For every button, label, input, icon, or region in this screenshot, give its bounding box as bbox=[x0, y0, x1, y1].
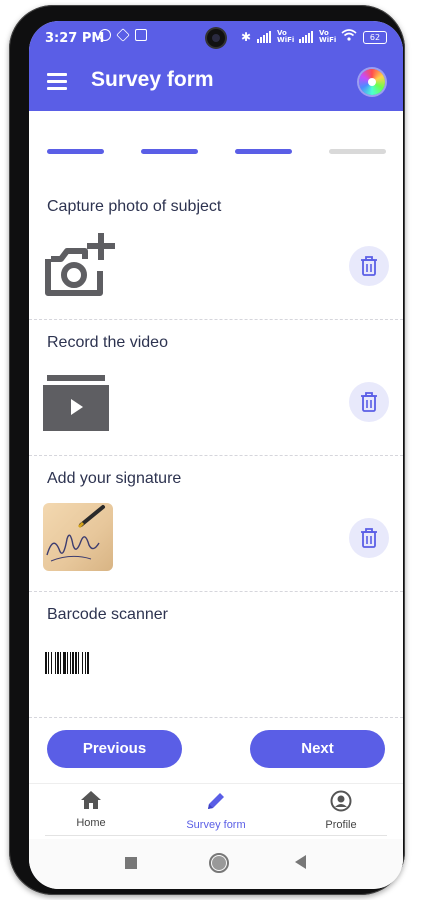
vowifi-label-2: Vo WiFi bbox=[319, 29, 337, 44]
whatsapp-icon bbox=[99, 29, 111, 41]
recents-button[interactable] bbox=[125, 857, 137, 869]
progress-step-2 bbox=[141, 149, 198, 154]
trash-icon bbox=[361, 256, 377, 276]
signature-image[interactable] bbox=[43, 503, 113, 571]
bottom-navigation: Home Survey form Profile bbox=[29, 783, 403, 840]
drive-icon bbox=[116, 28, 130, 42]
step-progress bbox=[47, 149, 387, 155]
section-title-signature: Add your signature bbox=[47, 470, 182, 487]
nav-divider bbox=[45, 835, 387, 836]
pencil-icon bbox=[208, 793, 224, 809]
tab-home[interactable]: Home bbox=[41, 790, 141, 829]
trash-icon bbox=[361, 528, 377, 548]
signal-icon bbox=[257, 31, 271, 43]
tab-profile[interactable]: Profile bbox=[291, 790, 391, 831]
progress-step-3 bbox=[235, 149, 292, 154]
add-photo-camera-icon[interactable] bbox=[45, 232, 115, 303]
back-button[interactable] bbox=[295, 855, 306, 869]
wifi-icon bbox=[341, 29, 357, 45]
signal-icon-2 bbox=[299, 31, 313, 43]
delete-video-button[interactable] bbox=[349, 382, 389, 422]
battery-indicator: 62 bbox=[363, 30, 387, 44]
section-title-barcode: Barcode scanner bbox=[47, 606, 168, 623]
bluetooth-icon: ✱ bbox=[240, 30, 251, 44]
tab-label-home: Home bbox=[76, 817, 106, 829]
home-system-button[interactable] bbox=[209, 853, 229, 873]
divider bbox=[29, 455, 403, 456]
divider bbox=[29, 319, 403, 320]
vowifi-label: Vo WiFi bbox=[277, 29, 295, 44]
section-title-video: Record the video bbox=[47, 334, 168, 351]
trash-icon bbox=[361, 392, 377, 412]
video-folder-icon[interactable] bbox=[43, 375, 109, 435]
tab-label-profile: Profile bbox=[325, 819, 357, 831]
tab-label-survey-form: Survey form bbox=[186, 819, 246, 831]
delete-photo-button[interactable] bbox=[349, 246, 389, 286]
hamburger-menu-icon[interactable] bbox=[47, 73, 67, 90]
phone-frame: 3:27 PM ✱ Vo WiFi Vo WiFi 62 Survey form… bbox=[9, 5, 405, 895]
color-wheel-icon[interactable] bbox=[359, 69, 385, 95]
screen: 3:27 PM ✱ Vo WiFi Vo WiFi 62 Survey form… bbox=[29, 21, 403, 889]
delete-signature-button[interactable] bbox=[349, 518, 389, 558]
section-title-photo: Capture photo of subject bbox=[47, 198, 222, 215]
status-bar: 3:27 PM ✱ Vo WiFi Vo WiFi 62 bbox=[29, 21, 403, 55]
tab-survey-form[interactable]: Survey form bbox=[166, 790, 266, 831]
status-icons-right: ✱ Vo WiFi Vo WiFi 62 bbox=[241, 29, 387, 45]
sim-icon bbox=[135, 29, 147, 41]
progress-step-4 bbox=[329, 149, 386, 154]
divider bbox=[29, 591, 403, 592]
page-title: Survey form bbox=[91, 68, 214, 91]
divider bbox=[29, 717, 403, 718]
profile-icon bbox=[330, 790, 352, 812]
progress-step-1 bbox=[47, 149, 104, 154]
app-bar: Survey form bbox=[29, 55, 403, 111]
home-icon bbox=[81, 791, 101, 809]
next-button[interactable]: Next bbox=[250, 730, 385, 768]
system-navigation-bar bbox=[29, 839, 403, 889]
status-icons-left bbox=[99, 28, 147, 42]
barcode-image[interactable] bbox=[45, 652, 115, 678]
previous-button[interactable]: Previous bbox=[47, 730, 182, 768]
status-time: 3:27 PM bbox=[45, 31, 105, 46]
front-camera bbox=[207, 29, 225, 47]
